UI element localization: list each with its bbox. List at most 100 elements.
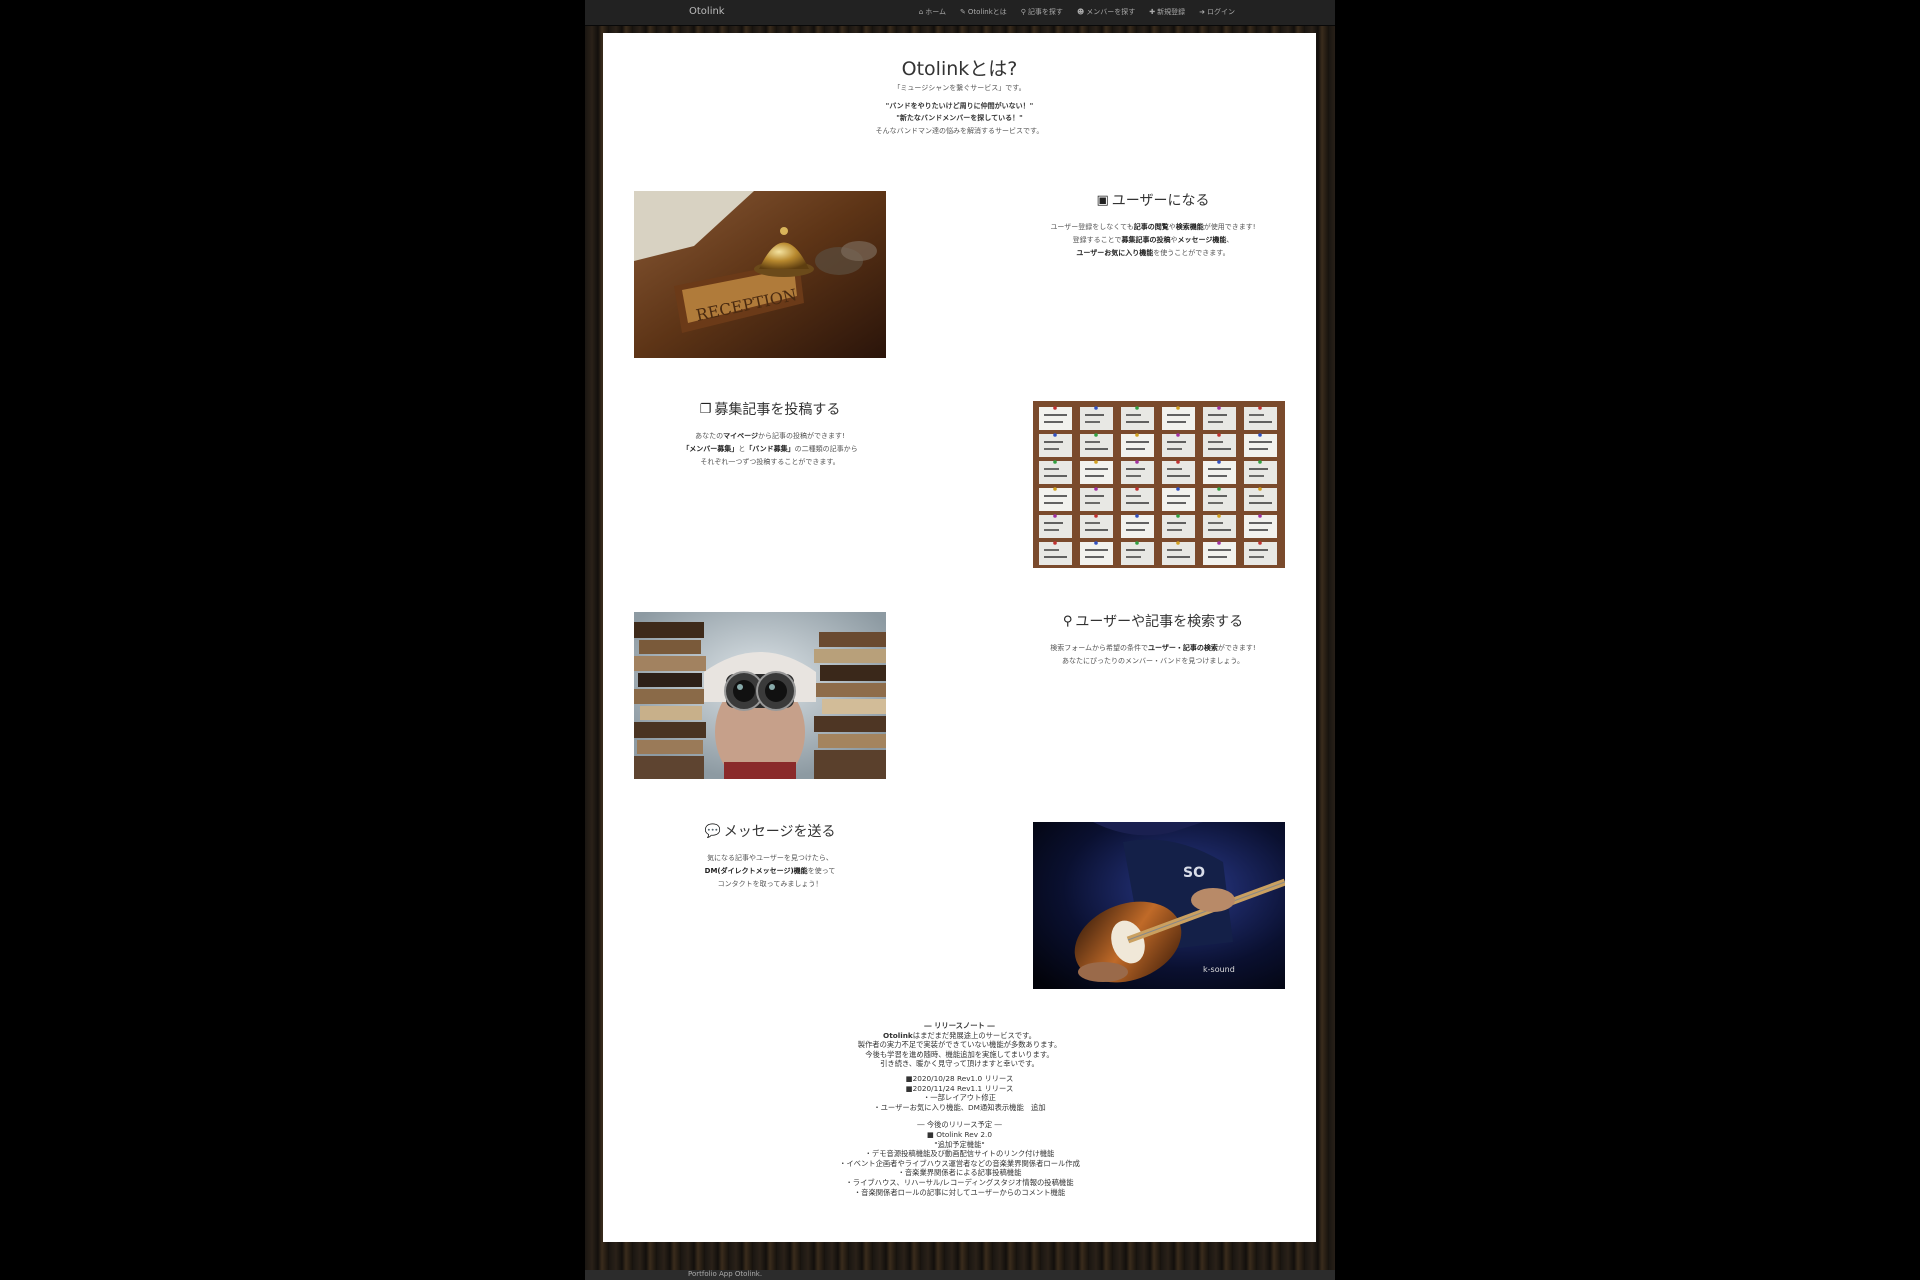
sticky-note bbox=[1162, 407, 1195, 430]
text: 「バンド募集」 bbox=[745, 445, 795, 453]
pushpin bbox=[1053, 487, 1057, 491]
text: DM(ダイレクトメッセージ)機能 bbox=[704, 867, 808, 875]
pushpin bbox=[1217, 541, 1221, 545]
nav-login[interactable]: ➜ ログイン bbox=[1199, 7, 1235, 17]
text: 検索機能 bbox=[1175, 223, 1204, 231]
nav-signup-label: 新規登録 bbox=[1157, 8, 1186, 16]
binoculars-image bbox=[634, 612, 886, 779]
feature-message-title-label: メッセージを送る bbox=[723, 824, 836, 840]
sticky-note bbox=[1162, 461, 1195, 484]
pushpin bbox=[1176, 406, 1180, 410]
sticky-note bbox=[1080, 461, 1113, 484]
pushpin bbox=[1094, 541, 1098, 545]
nav-about-label: Otolinkとは bbox=[967, 8, 1007, 16]
planned-feature: ・ライブハウス、リハーサル/レコーディングスタジオ情報の投稿機能 bbox=[845, 1177, 1074, 1187]
pushpin bbox=[1135, 460, 1139, 464]
sticky-note bbox=[1244, 434, 1277, 457]
hero-quote-1: "バンドをやりたいけど周りに仲間がいない！" bbox=[885, 102, 1034, 110]
hero-description: そんなバンドマン達の悩みを解消するサービスです。 bbox=[875, 127, 1044, 135]
search-icon: ⚲ bbox=[1020, 8, 1026, 16]
feature-post-title: ❐ 募集記事を投稿する bbox=[625, 399, 915, 419]
sticky-note bbox=[1203, 515, 1236, 538]
text: を使って bbox=[807, 867, 836, 875]
about-panel: Otolinkとは? 「ミュージシャンを繋ぐサービス」です。 "バンドをやりたい… bbox=[603, 33, 1316, 1242]
text: あなたの bbox=[695, 432, 724, 440]
text: 登録することで bbox=[1072, 236, 1122, 244]
release-entry: ■2020/11/24 Rev1.1 リリース bbox=[905, 1083, 1014, 1093]
sticky-note bbox=[1080, 434, 1113, 457]
feature-user-title: ▣ ユーザーになる bbox=[1008, 190, 1298, 210]
nav-home-label: ホーム bbox=[925, 8, 946, 16]
text: 記事の閲覧 bbox=[1133, 223, 1169, 231]
sticky-note bbox=[1162, 515, 1195, 538]
page-frame: Otolink ⌂ ホーム ✎ Otolinkとは ⚲ 記事を探す ☻ メンバーを探す … bbox=[585, 0, 1335, 1280]
user-plus-icon: ✚ bbox=[1149, 8, 1156, 16]
brand-logo[interactable]: Otolink bbox=[689, 6, 725, 17]
nav-home[interactable]: ⌂ ホーム bbox=[919, 7, 946, 17]
release-detail: ・ユーザーお気に入り機能、DM通知表示機能 追加 bbox=[873, 1102, 1046, 1112]
text: はまだまだ発展途上のサービスです。 bbox=[912, 1030, 1036, 1040]
sticky-note bbox=[1039, 542, 1072, 565]
sticky-note bbox=[1244, 488, 1277, 511]
bass-guitar-image: SO k-sound bbox=[1033, 822, 1285, 989]
nav-links: ⌂ ホーム ✎ Otolinkとは ⚲ 記事を探す ☻ メンバーを探す ✚ 新規登録 ➜ ロ… bbox=[919, 7, 1235, 17]
planned-feature: ・音楽業界関係者による記事投稿機能 bbox=[897, 1168, 1022, 1178]
pushpin bbox=[1094, 514, 1098, 518]
release-notes-heading: ― リリースノート ― bbox=[924, 1021, 995, 1030]
nav-search-members-label: メンバーを探す bbox=[1086, 8, 1136, 16]
sticky-note bbox=[1121, 515, 1154, 538]
sticky-note bbox=[1121, 461, 1154, 484]
text: 募集記事の投稿 bbox=[1121, 236, 1171, 244]
text: が使用できます! bbox=[1203, 223, 1256, 231]
feature-search-title-label: ユーザーや記事を検索する bbox=[1075, 614, 1244, 630]
pushpin bbox=[1135, 487, 1139, 491]
nav-search-posts-label: 記事を探す bbox=[1027, 8, 1063, 16]
pushpin bbox=[1258, 514, 1262, 518]
pushpin bbox=[1135, 541, 1139, 545]
text: メッセージ機能 bbox=[1177, 236, 1227, 244]
pushpin bbox=[1176, 460, 1180, 464]
sticky-note bbox=[1039, 434, 1072, 457]
nav-signup[interactable]: ✚ 新規登録 bbox=[1149, 7, 1185, 17]
page-title: Otolinkとは? bbox=[901, 58, 1018, 80]
text: を使うことができます。 bbox=[1153, 249, 1230, 257]
text: Otolink bbox=[883, 1030, 913, 1040]
pushpin bbox=[1094, 487, 1098, 491]
pushpin bbox=[1176, 514, 1180, 518]
nav-search-posts[interactable]: ⚲ 記事を探す bbox=[1021, 7, 1063, 17]
text: ユーザー・記事の検索 bbox=[1148, 644, 1218, 652]
pushpin bbox=[1217, 433, 1221, 437]
text: あなたにぴったりのメンバー・バンドを見つけましょう。 bbox=[1062, 657, 1244, 665]
planned-feature: ・音楽関係者ロールの記事に対してユーザーからのコメント機能 bbox=[853, 1187, 1066, 1197]
feature-user-title-label: ユーザーになる bbox=[1111, 193, 1210, 209]
pushpin bbox=[1217, 514, 1221, 518]
text: 気になる記事やユーザーを見つけたら、 bbox=[707, 854, 833, 862]
text: 検索フォームから希望の条件で bbox=[1050, 644, 1149, 652]
id-card-icon: ▣ bbox=[1096, 192, 1109, 208]
release-notes: ― リリースノート ― Otolinkはまだまだ発展途上のサービスです。 製作者… bbox=[603, 1021, 1316, 1197]
feature-post-body: あなたのマイページから記事の投稿ができます! 「メンバー募集」と「バンド募集」の… bbox=[625, 430, 915, 469]
search-icon: ⚲ bbox=[1062, 613, 1073, 629]
pushpin bbox=[1135, 406, 1139, 410]
sticky-note bbox=[1203, 461, 1236, 484]
pushpin bbox=[1217, 406, 1221, 410]
text: それぞれ一つずつ投稿することができます。 bbox=[700, 458, 840, 466]
pushpin bbox=[1053, 514, 1057, 518]
planned-feature: ・イベント企画者やライブハウス運営者などの音楽業界関係者ロール作成 bbox=[839, 1158, 1080, 1168]
pushpin bbox=[1258, 487, 1262, 491]
nav-search-members[interactable]: ☻ メンバーを探す bbox=[1077, 7, 1135, 17]
sticky-note bbox=[1039, 488, 1072, 511]
sticky-note bbox=[1080, 542, 1113, 565]
home-icon: ⌂ bbox=[918, 8, 924, 16]
feature-post-text: ❐ 募集記事を投稿する あなたのマイページから記事の投稿ができます! 「メンバー… bbox=[625, 399, 915, 469]
planned-release-heading: ― 今後のリリース予定 ― bbox=[917, 1120, 1002, 1130]
feature-search-body: 検索フォームから希望の条件でユーザー・記事の検索ができます! あなたにぴったりの… bbox=[1008, 642, 1298, 668]
feature-search-title: ⚲ ユーザーや記事を検索する bbox=[1008, 611, 1298, 631]
sticky-note bbox=[1203, 488, 1236, 511]
svg-text:k-sound: k-sound bbox=[1203, 965, 1235, 974]
sticky-note bbox=[1244, 407, 1277, 430]
planned-release: "追加予定機能" bbox=[934, 1139, 985, 1149]
nav-about[interactable]: ✎ Otolinkとは bbox=[960, 7, 1007, 17]
sticky-note bbox=[1203, 434, 1236, 457]
text: 「メンバー募集」 bbox=[682, 445, 739, 453]
